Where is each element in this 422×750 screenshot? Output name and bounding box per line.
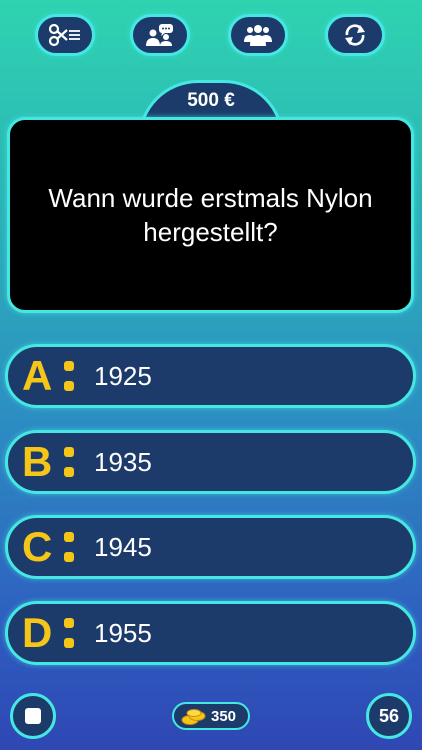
answer-letter: A	[22, 352, 53, 399]
answer-letter: C	[22, 523, 53, 570]
answer-colon	[64, 447, 74, 477]
answer-b-button[interactable]: B 1935	[5, 430, 416, 494]
audience-icon	[244, 25, 272, 46]
stop-button[interactable]	[10, 693, 56, 739]
answer-text: 1925	[94, 361, 152, 391]
answer-colon	[64, 532, 74, 562]
lifelines-bar	[0, 14, 422, 60]
coins-counter: 350	[172, 702, 250, 730]
answer-colon	[64, 618, 74, 648]
answer-text: 1955	[94, 618, 152, 648]
answer-colon	[64, 361, 74, 391]
prize-amount: 500 €	[187, 90, 235, 111]
refresh-icon	[345, 24, 365, 46]
ask-friend-button[interactable]	[130, 14, 190, 56]
timer-badge: 56	[366, 693, 412, 739]
answer-text: 1935	[94, 447, 152, 477]
answer-a-button[interactable]: A 1925	[5, 344, 416, 408]
switch-question-button[interactable]	[325, 14, 385, 56]
coins-count: 350	[211, 708, 237, 725]
answer-c-button[interactable]: C 1945	[5, 515, 416, 579]
answer-d-button[interactable]: D 1955	[5, 601, 416, 665]
question-box: Wann wurde erstmals Nylon hergestellt?	[7, 117, 414, 313]
fifty-fifty-button[interactable]	[35, 14, 95, 56]
coins-icon	[181, 709, 206, 725]
two-people-chat-icon	[146, 24, 173, 46]
question-text: Wann wurde erstmals Nylon hergestellt?	[48, 183, 373, 247]
answer-letter: D	[22, 609, 53, 656]
ask-audience-button[interactable]	[228, 14, 288, 56]
scissors-list-icon	[48, 23, 80, 47]
timer-value: 56	[378, 705, 400, 726]
stop-icon	[25, 708, 41, 724]
answer-letter: B	[22, 438, 53, 485]
answer-text: 1945	[94, 532, 152, 562]
